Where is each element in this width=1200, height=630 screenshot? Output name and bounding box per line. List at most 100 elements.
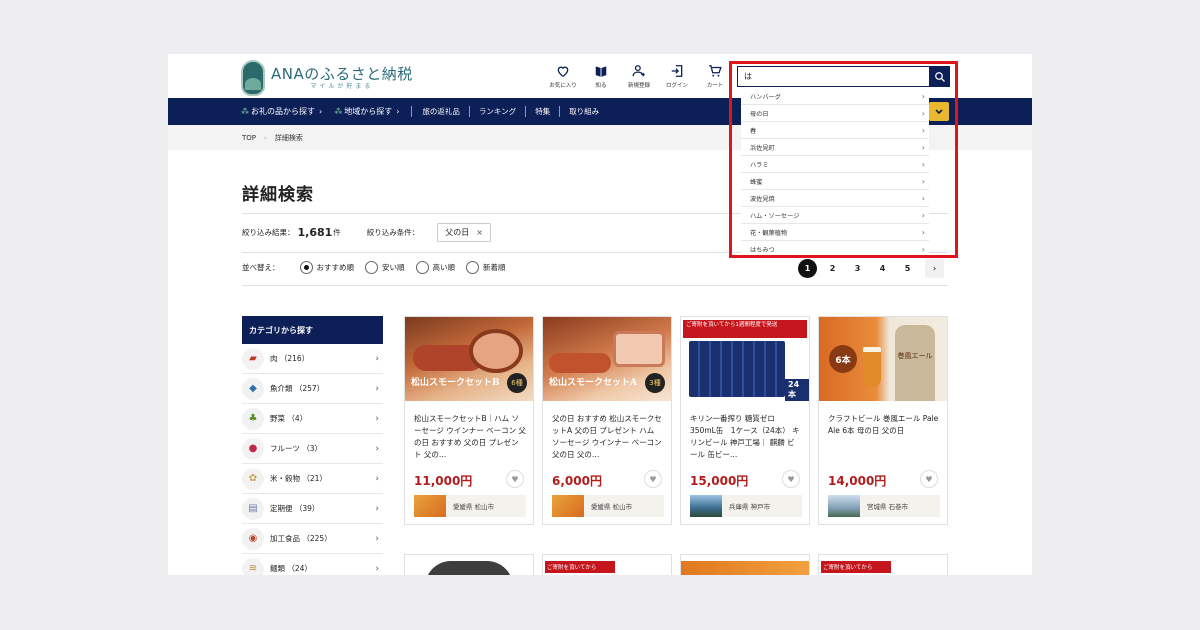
sort-recommended-radio[interactable]: おすすめ順	[299, 260, 354, 274]
page-2-button[interactable]: 2	[823, 259, 842, 278]
product-card[interactable]	[680, 554, 810, 575]
nav-find-by-item[interactable]: ⁂ お礼の品から探す ›	[241, 106, 322, 117]
sort-expensive-radio[interactable]: 高い順	[415, 260, 455, 274]
category-rice-grains[interactable]: ✿ 米・穀物 （21） ›	[242, 464, 383, 494]
product-title[interactable]: 松山スモークセットB｜ハム ソーセージ ウインナー ベーコン 父の日 おすすめ …	[414, 413, 526, 461]
image-badge: 24本	[785, 379, 809, 401]
category-fruits[interactable]: ● フルーツ （3） ›	[242, 434, 383, 464]
suggestion-item[interactable]: ハラミ ›	[741, 156, 929, 173]
category-subscription[interactable]: ▤ 定期便 （39） ›	[242, 494, 383, 524]
beer-glass-graphic	[863, 347, 881, 387]
product-image: ご寄附を頂いてから1週間程度で発送 24本	[681, 317, 809, 401]
ham-graphic	[469, 329, 523, 373]
favorite-heart-icon[interactable]: ♥	[506, 470, 524, 488]
page-5-button[interactable]: 5	[898, 259, 917, 278]
nav-initiatives[interactable]: 取り組み	[569, 106, 599, 117]
suggestion-item[interactable]: 花・観葉植物 ›	[741, 224, 929, 241]
suggestion-label: 波佐見焼	[750, 195, 775, 203]
sort-newest-radio[interactable]: 新着順	[466, 260, 506, 274]
beer-cans-graphic	[689, 341, 785, 397]
close-icon[interactable]: ×	[476, 228, 483, 237]
favorites-button[interactable]: お気に入り	[544, 64, 582, 89]
favorite-heart-icon[interactable]: ♥	[644, 470, 662, 488]
product-title[interactable]: クラフトビール 巻風エール Pale Ale 6本 母の日 父の日	[828, 413, 940, 461]
login-button[interactable]: ログイン	[658, 64, 696, 89]
favorite-heart-icon[interactable]: ♥	[920, 470, 938, 488]
chevron-right-icon: ›	[921, 227, 925, 237]
product-card[interactable]: 松山スモークセットB 6種 松山スモークセットB｜ハム ソーセージ ウインナー …	[404, 316, 534, 525]
suggestion-item[interactable]: 波佐見焼 ›	[741, 190, 929, 207]
product-location[interactable]: 愛媛県 松山市	[552, 495, 664, 517]
product-card[interactable]: 松山スモークセットA 3種 父の日 おすすめ 松山スモークセットA 父の日 プレ…	[542, 316, 672, 525]
rice-icon: ✿	[242, 467, 264, 490]
product-title[interactable]: 父の日 おすすめ 松山スモークセットA 父の日 プレゼント ハム ソーセージ ウ…	[552, 413, 664, 461]
favorites-label: お気に入り	[549, 83, 577, 89]
region-thumbnail	[828, 495, 860, 517]
product-card[interactable]: ご寄附を頂いてから	[542, 554, 672, 575]
chevron-right-icon: ›	[921, 142, 925, 152]
product-card[interactable]: ご寄附を頂いてから1週間程度で発送 24本 キリン一番搾り 糖質ゼロ 350mL…	[680, 316, 810, 525]
result-count: 1,681	[297, 225, 333, 239]
product-title[interactable]: キリン一番搾り 糖質ゼロ 350mL缶 1ケース（24本） キリンビール 神戸工…	[690, 413, 802, 461]
favorite-heart-icon[interactable]: ♥	[782, 470, 800, 488]
nav-features[interactable]: 特集	[535, 106, 550, 117]
product-card[interactable]: ご寄附を頂いてから	[818, 554, 948, 575]
radio-circle	[466, 260, 479, 274]
register-button[interactable]: 新規登録	[620, 64, 658, 89]
suggestion-item[interactable]: 春 ›	[741, 122, 929, 139]
product-card[interactable]: 6本 巻風エール クラフトビール 巻風エール Pale Ale 6本 母の日 父…	[818, 316, 948, 525]
heart-icon	[557, 66, 569, 78]
learn-button[interactable]: 知る	[582, 64, 620, 89]
chevron-right-icon: ›	[264, 134, 267, 142]
suggestion-item[interactable]: はちみつ ›	[741, 241, 929, 258]
category-label: 定期便 （39）	[270, 504, 320, 513]
product-image-banner: ご寄附を頂いてから	[545, 561, 615, 573]
suggestion-label: 春	[750, 127, 757, 135]
subscription-icon: ▤	[242, 497, 264, 520]
suggestion-item[interactable]: 蜂蜜 ›	[741, 173, 929, 190]
product-image	[681, 561, 809, 575]
radio-circle	[299, 260, 313, 274]
menu-toggle-button[interactable]	[929, 102, 949, 121]
leaf-icon: ⁂	[241, 107, 249, 116]
category-vegetables[interactable]: ♣ 野菜 （4） ›	[242, 404, 383, 434]
product-location[interactable]: 宮城県 石巻市	[828, 495, 940, 517]
category-noodles[interactable]: ≋ 麺類 （24） ›	[242, 554, 383, 575]
category-label: 麺類 （24）	[270, 564, 312, 573]
category-meat[interactable]: ▰ 肉 （216） ›	[242, 344, 383, 374]
nav-travel-gifts[interactable]: 旅の返礼品	[422, 106, 460, 117]
suggestion-item[interactable]: ハンバーグ ›	[741, 88, 929, 105]
radio-circle	[365, 260, 378, 274]
page-3-button[interactable]: 3	[848, 259, 867, 278]
result-unit: 件	[333, 227, 341, 237]
cart-button[interactable]: カート	[696, 64, 734, 89]
user-plus-icon	[632, 65, 645, 77]
category-processed-food[interactable]: ◉ 加工食品 （225） ›	[242, 524, 383, 554]
page-4-button[interactable]: 4	[873, 259, 892, 278]
search-button[interactable]	[929, 66, 950, 87]
product-location[interactable]: 兵庫県 神戸市	[690, 495, 802, 517]
next-page-button[interactable]: ›	[925, 259, 944, 278]
suggestion-label: ハンバーグ	[750, 93, 781, 101]
nav-ranking[interactable]: ランキング	[479, 106, 516, 117]
product-image	[425, 561, 513, 575]
suggestion-item[interactable]: ハム・ソーセージ ›	[741, 207, 929, 224]
location-label: 愛媛県 松山市	[453, 503, 495, 511]
suggestion-label: 母の日	[750, 110, 769, 118]
search-input[interactable]: は	[737, 66, 930, 87]
suggestion-item[interactable]: 母の日 ›	[741, 105, 929, 122]
nav-find-by-region[interactable]: ⁂ 地域から探す ›	[334, 106, 399, 117]
sort-cheapest-radio[interactable]: 安い順	[365, 260, 405, 274]
suggestion-item[interactable]: 浜佐見町 ›	[741, 139, 929, 156]
page-1-button[interactable]: 1	[798, 259, 817, 278]
filter-chip[interactable]: 父の日 ×	[437, 222, 491, 242]
category-seafood[interactable]: ◆ 魚介類 （257） ›	[242, 374, 383, 404]
site-logo[interactable]: ANAのふるさと納税 マイルが貯まる	[241, 59, 413, 97]
leaf-icon: ⁂	[334, 107, 343, 116]
product-card[interactable]	[404, 554, 534, 575]
fruit-icon: ●	[242, 437, 264, 460]
breadcrumb-top-link[interactable]: TOP	[242, 134, 256, 142]
sort-label: 並べ替え：	[242, 262, 280, 272]
product-location[interactable]: 愛媛県 松山市	[414, 495, 526, 517]
chevron-right-icon: ›	[319, 107, 323, 116]
